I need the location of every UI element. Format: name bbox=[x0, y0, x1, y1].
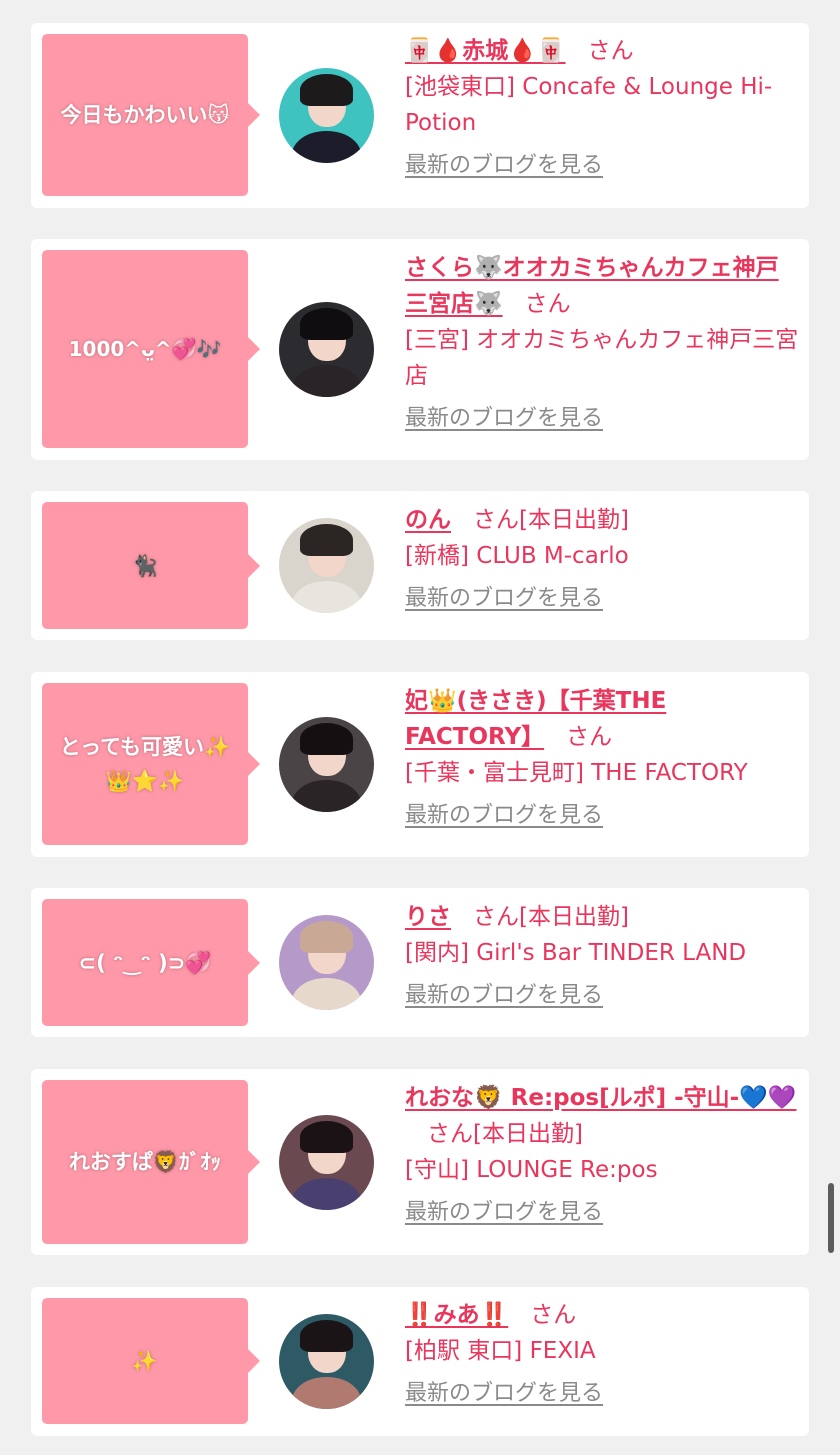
shop-label: [千葉・富士見町] THE FACTORY bbox=[405, 760, 748, 786]
avatar-hair bbox=[299, 307, 354, 340]
honorific: さん bbox=[566, 724, 613, 750]
cast-info: 🀄🩸赤城🩸🀄 さん [池袋東口] Concafe & Lounge Hi-Poti… bbox=[405, 33, 799, 181]
avatar-hair bbox=[299, 1120, 354, 1153]
cast-blog-list: 今日もかわいい😽 🀄🩸赤城🩸🀄 さん [池袋東口] Concafe & Loung… bbox=[0, 0, 840, 1455]
latest-blog-link[interactable]: 最新のブログを見る bbox=[405, 1379, 603, 1409]
honorific: さん bbox=[473, 507, 519, 533]
avatar-hair bbox=[299, 920, 354, 953]
avatar[interactable] bbox=[279, 68, 374, 163]
avatar[interactable] bbox=[279, 302, 374, 397]
cast-name-link[interactable]: 妃👑(きさき)【千葉THE FACTORY】 bbox=[405, 688, 666, 750]
avatar[interactable] bbox=[279, 915, 374, 1010]
cast-info: さくら🐺オオカミちゃんカフェ神戸三宮店🐺 さん [三宮] オオカミちゃんカフェ神戸… bbox=[405, 250, 799, 434]
avatar-hair bbox=[299, 1319, 354, 1352]
attendance-status: [本日出勤] bbox=[473, 1121, 583, 1147]
cast-name-link[interactable]: のん bbox=[405, 507, 451, 533]
comment-bubble: 1000^ᴗ̤^💞🎶 bbox=[42, 250, 260, 448]
name-line: 🀄🩸赤城🩸🀄 さん bbox=[405, 33, 799, 69]
cast-name-link[interactable]: りさ bbox=[405, 904, 451, 930]
avatar[interactable] bbox=[279, 1115, 374, 1210]
shop-label: [守山] LOUNGE Re:pos bbox=[405, 1157, 658, 1183]
cast-card: とっても可愛い✨ 👑⭐️✨ 妃👑(きさき)【千葉THE FACTORY】 さん [… bbox=[31, 672, 809, 857]
scrollbar-thumb[interactable] bbox=[828, 1183, 834, 1253]
comment-bubble: 今日もかわいい😽 bbox=[42, 34, 260, 196]
honorific: さん bbox=[530, 1302, 577, 1328]
avatar[interactable] bbox=[279, 1314, 374, 1409]
cast-card: 今日もかわいい😽 🀄🩸赤城🩸🀄 さん [池袋東口] Concafe & Loung… bbox=[31, 23, 809, 208]
latest-blog-link[interactable]: 最新のブログを見る bbox=[405, 981, 603, 1011]
honorific: さん bbox=[473, 904, 519, 930]
attendance-status: [本日出勤] bbox=[519, 904, 629, 930]
cast-name-link[interactable]: さくら🐺オオカミちゃんカフェ神戸三宮店🐺 bbox=[405, 255, 779, 317]
shop-label: [池袋東口] Concafe & Lounge Hi-Potion bbox=[405, 74, 773, 136]
cast-info: れおな🦁 Re:pos[ルポ] -守山-💙💜 さん[本日出勤] [守山] LOUN… bbox=[405, 1080, 799, 1228]
shop-label: [三宮] オオカミちゃんカフェ神戸三宮店 bbox=[405, 327, 799, 389]
honorific: さん bbox=[524, 291, 571, 317]
cast-info: 妃👑(きさき)【千葉THE FACTORY】 さん [千葉・富士見町] THE F… bbox=[405, 683, 799, 831]
name-line: れおな🦁 Re:pos[ルポ] -守山-💙💜 さん[本日出勤] bbox=[405, 1080, 799, 1152]
cast-name-link[interactable]: 🀄🩸赤城🩸🀄 bbox=[405, 38, 566, 64]
comment-bubble: 🐈‍⬛ bbox=[42, 502, 260, 629]
avatar-hair bbox=[299, 73, 354, 106]
cast-card: ✨ ‼️みあ‼️ さん [柏駅 東口] FEXIA 最新のブログを見る bbox=[31, 1287, 809, 1436]
avatar[interactable] bbox=[279, 717, 374, 812]
honorific: さん bbox=[427, 1121, 473, 1147]
comment-text: ✨ bbox=[131, 1349, 159, 1373]
comment-text: 今日もかわいい😽 bbox=[60, 103, 230, 127]
comment-bubble: れおすぱ🦁ｶﾞｵｯ bbox=[42, 1080, 260, 1244]
avatar-hair bbox=[299, 722, 354, 755]
cast-info: りさ さん[本日出勤] [関内] Girl's Bar TINDER LAND 最… bbox=[405, 899, 799, 1011]
cast-name-link[interactable]: ‼️みあ‼️ bbox=[405, 1302, 508, 1328]
latest-blog-link[interactable]: 最新のブログを見る bbox=[405, 1198, 603, 1228]
comment-text: 1000^ᴗ̤^💞🎶 bbox=[68, 337, 222, 361]
comment-bubble: ✨ bbox=[42, 1298, 260, 1424]
name-line: さくら🐺オオカミちゃんカフェ神戸三宮店🐺 さん bbox=[405, 250, 799, 322]
avatar[interactable] bbox=[279, 518, 374, 613]
shop-label: [柏駅 東口] FEXIA bbox=[405, 1338, 596, 1364]
cast-name-link[interactable]: れおな🦁 Re:pos[ルポ] -守山-💙💜 bbox=[405, 1085, 797, 1111]
cast-info: ‼️みあ‼️ さん [柏駅 東口] FEXIA 最新のブログを見る bbox=[405, 1297, 799, 1409]
name-line: 妃👑(きさき)【千葉THE FACTORY】 さん bbox=[405, 683, 799, 755]
comment-text: とっても可愛い✨ 👑⭐️✨ bbox=[59, 735, 231, 793]
name-line: ‼️みあ‼️ さん bbox=[405, 1297, 799, 1333]
comment-text: 🐈‍⬛ bbox=[131, 553, 159, 578]
cast-info: のん さん[本日出勤] [新橋] CLUB M-carlo 最新のブログを見る bbox=[405, 502, 799, 614]
honorific: さん bbox=[587, 38, 634, 64]
comment-bubble: ⊂( ᵔ‿ᵔ )⊃💞 bbox=[42, 899, 260, 1026]
cast-card: 🐈‍⬛ のん さん[本日出勤] [新橋] CLUB M-carlo 最新のブログを… bbox=[31, 491, 809, 640]
latest-blog-link[interactable]: 最新のブログを見る bbox=[405, 584, 603, 614]
cast-card: ⊂( ᵔ‿ᵔ )⊃💞 りさ さん[本日出勤] [関内] Girl's Bar TI… bbox=[31, 888, 809, 1037]
latest-blog-link[interactable]: 最新のブログを見る bbox=[405, 404, 603, 434]
name-line: りさ さん[本日出勤] bbox=[405, 899, 799, 935]
cast-card: 1000^ᴗ̤^💞🎶 さくら🐺オオカミちゃんカフェ神戸三宮店🐺 さん [三宮] オ… bbox=[31, 239, 809, 460]
latest-blog-link[interactable]: 最新のブログを見る bbox=[405, 151, 603, 181]
name-line: のん さん[本日出勤] bbox=[405, 502, 799, 538]
shop-label: [新橋] CLUB M-carlo bbox=[405, 543, 629, 569]
latest-blog-link[interactable]: 最新のブログを見る bbox=[405, 801, 603, 831]
attendance-status: [本日出勤] bbox=[519, 507, 629, 533]
comment-text: ⊂( ᵔ‿ᵔ )⊃💞 bbox=[78, 950, 212, 975]
shop-label: [関内] Girl's Bar TINDER LAND bbox=[405, 940, 747, 966]
cast-card: れおすぱ🦁ｶﾞｵｯ れおな🦁 Re:pos[ルポ] -守山-💙💜 さん[本日出勤]… bbox=[31, 1069, 809, 1255]
comment-text: れおすぱ🦁ｶﾞｵｯ bbox=[68, 1150, 222, 1174]
comment-bubble: とっても可愛い✨ 👑⭐️✨ bbox=[42, 683, 260, 845]
avatar-hair bbox=[299, 523, 354, 556]
